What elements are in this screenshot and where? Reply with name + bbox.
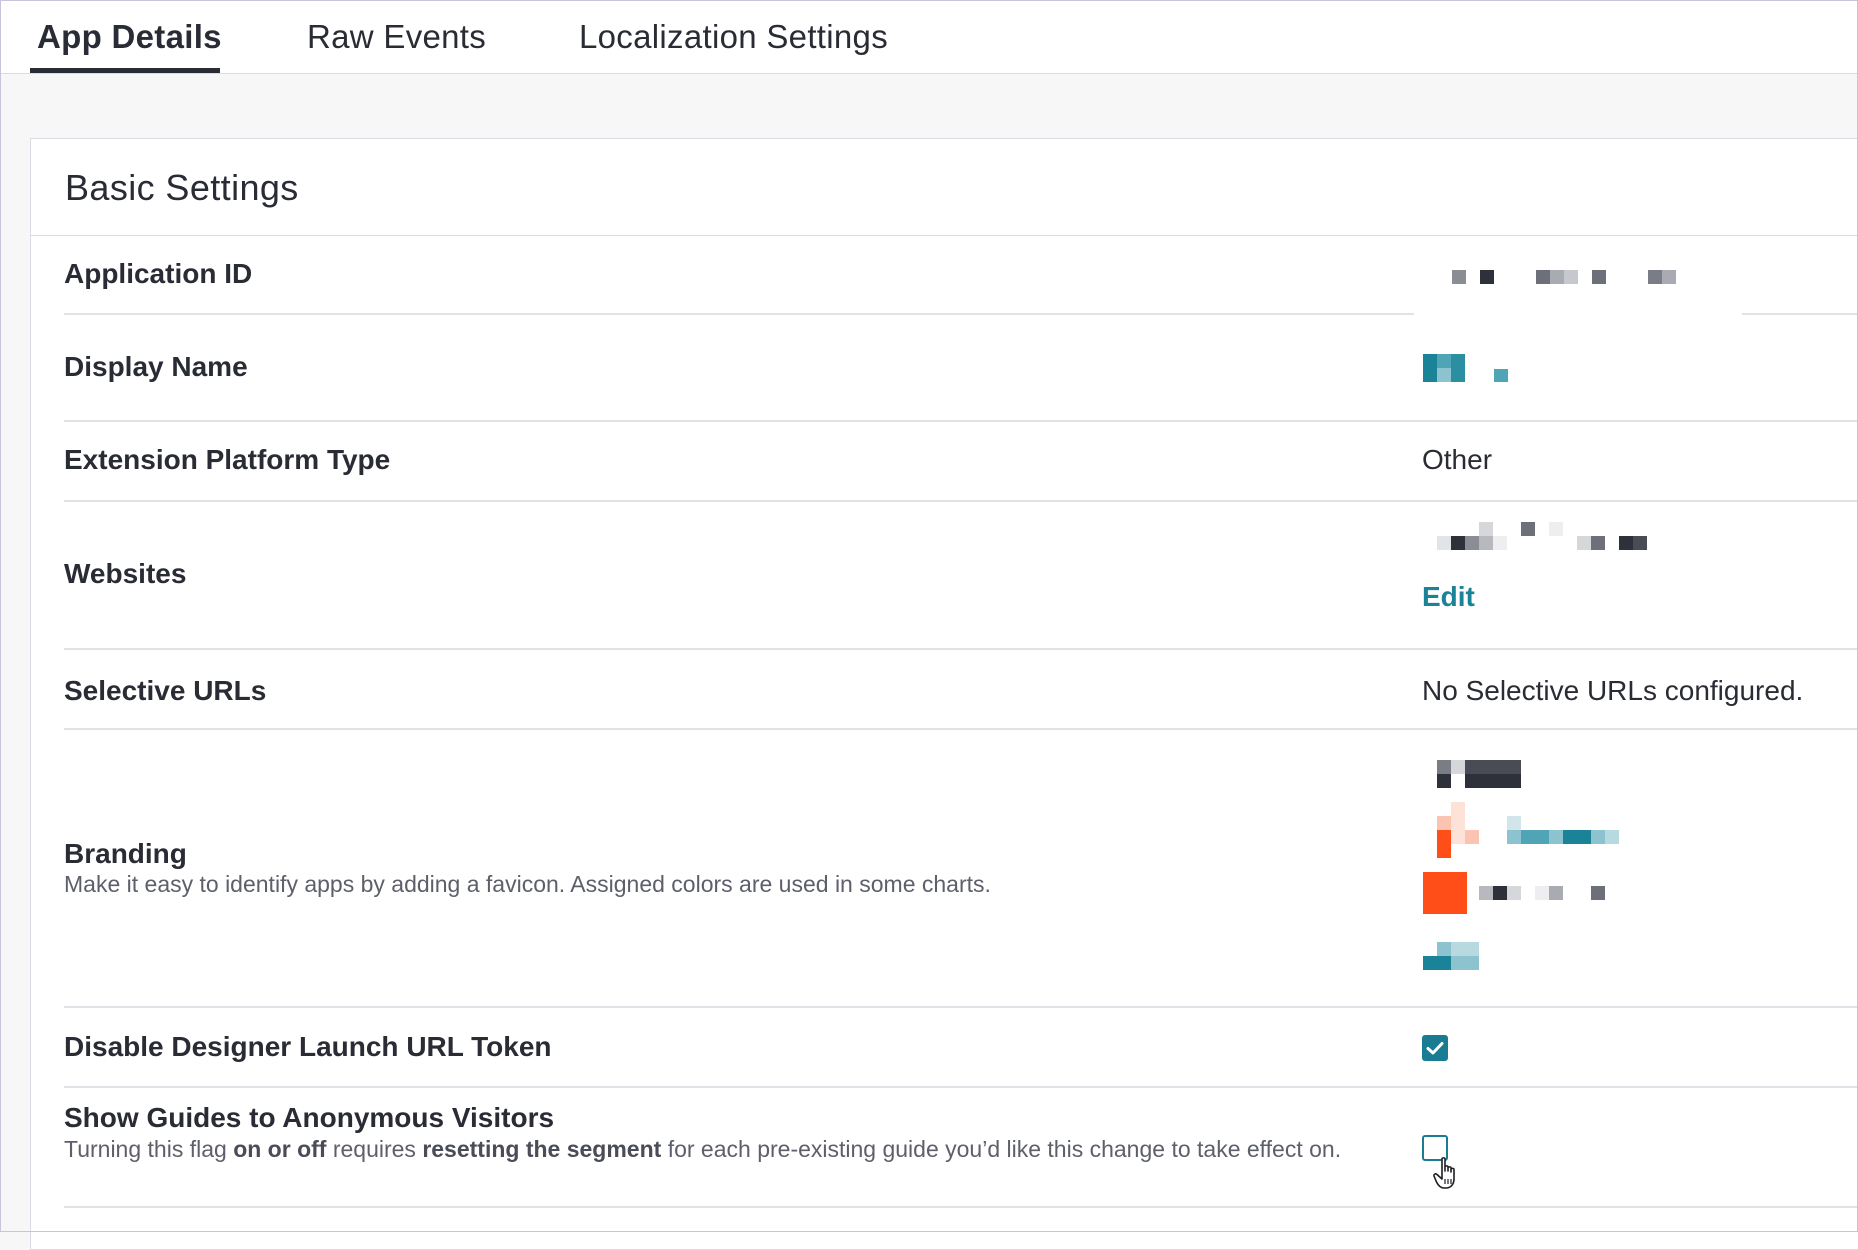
description-text: for each pre-existing guide you’d like t… [661, 1136, 1342, 1162]
websites-label: Websites [64, 558, 187, 589]
selective-urls-value: No Selective URLs configured. [1422, 675, 1804, 706]
divider [64, 500, 1858, 502]
divider [64, 1086, 1858, 1088]
divider [64, 728, 1858, 730]
tab-localization-settings[interactable]: Localization Settings [579, 18, 888, 56]
application-id-label: Application ID [64, 258, 253, 289]
branding-color-swatch [1423, 872, 1467, 914]
tab-app-details[interactable]: App Details [37, 18, 222, 56]
display-name-label: Display Name [64, 351, 248, 382]
description-emphasis: resetting the segment [422, 1136, 662, 1162]
selective-urls-label: Selective URLs [64, 675, 267, 706]
tab-raw-events[interactable]: Raw Events [307, 18, 486, 56]
disable-designer-token-label: Disable Designer Launch URL Token [64, 1031, 552, 1062]
description-emphasis: on or off [233, 1136, 327, 1162]
platform-type-value: Other [1422, 444, 1493, 475]
hand-pointer-icon [1433, 1157, 1455, 1189]
card-header-divider [31, 235, 1858, 236]
divider [64, 1006, 1858, 1008]
card-title: Basic Settings [65, 167, 299, 208]
divider [1742, 313, 1858, 315]
platform-type-label: Extension Platform Type [64, 444, 391, 475]
divider [64, 648, 1858, 650]
check-icon [1426, 1042, 1444, 1055]
description-text: requires [326, 1136, 423, 1162]
tab-bar: App Details Raw Events Localization Sett… [0, 0, 1858, 74]
websites-edit-link[interactable]: Edit [1422, 581, 1475, 613]
disable-designer-token-checkbox[interactable] [1422, 1035, 1448, 1061]
branding-description: Make it easy to identify apps by adding … [64, 871, 991, 897]
divider [64, 420, 1858, 422]
divider [64, 313, 1414, 315]
branding-label: Branding [64, 838, 187, 869]
active-tab-indicator [30, 68, 220, 73]
anonymous-visitors-label: Show Guides to Anonymous Visitors [64, 1102, 555, 1133]
divider [64, 1206, 1858, 1208]
description-text: Turning this flag [64, 1136, 234, 1162]
anonymous-visitors-description: Turning this flag on or off requires res… [64, 1134, 1364, 1164]
